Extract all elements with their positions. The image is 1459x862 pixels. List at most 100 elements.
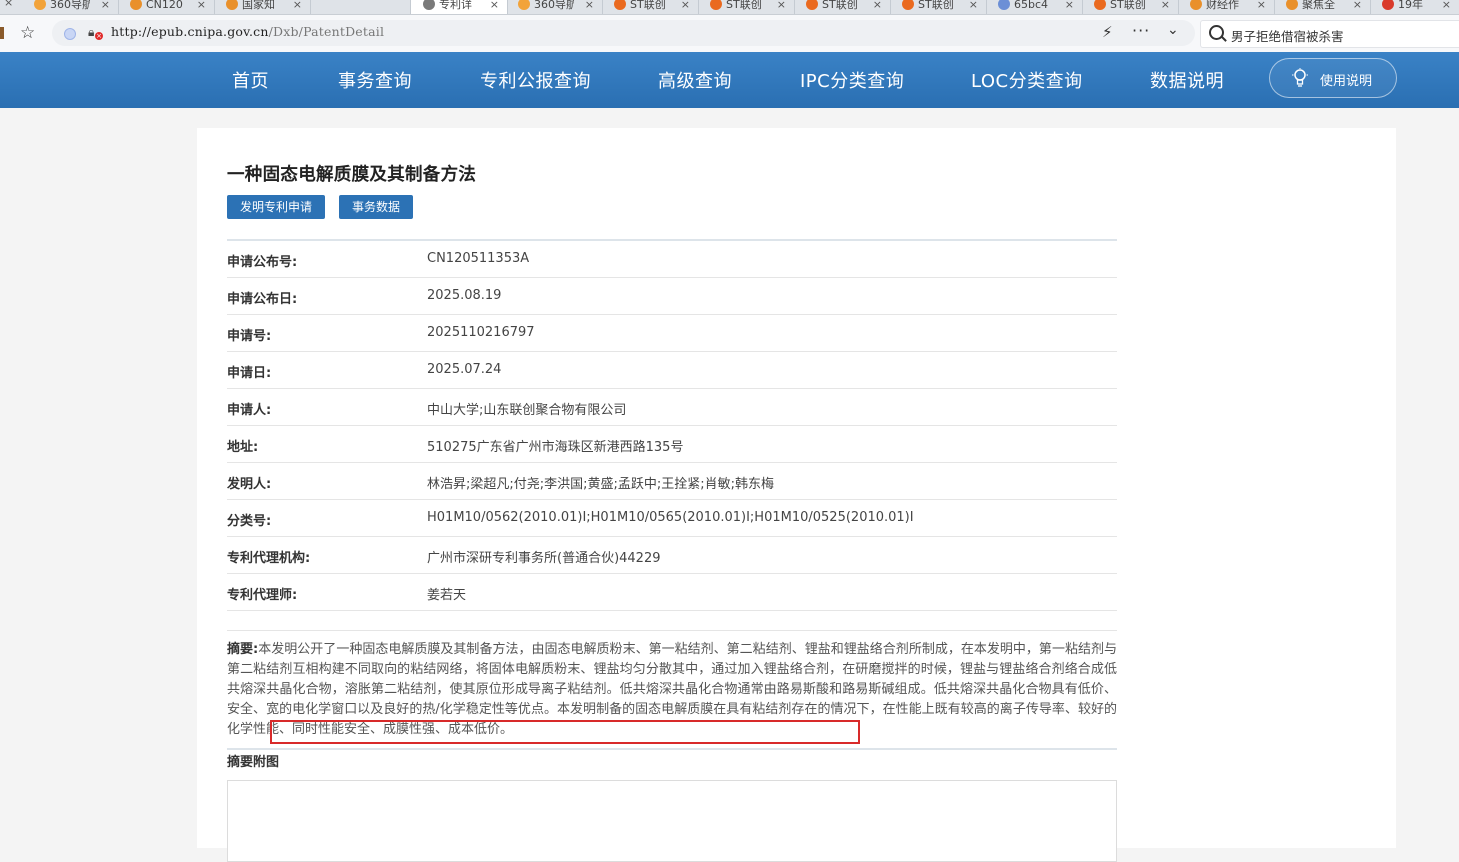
field-label: 分类号: xyxy=(227,514,272,529)
field-row-inventors: 发明人: 林浩昇;梁超凡;付尧;李洪国;黄盛;孟跃中;王拴紧;肖敏;韩东梅 xyxy=(227,463,1117,500)
search-input[interactable]: 男子拒绝借宿被杀害 xyxy=(1231,26,1344,45)
nav-affairs-query[interactable]: 事务查询 xyxy=(338,67,412,93)
url-text[interactable]: http://epub.cnipa.gov.cn/Dxb/PatentDetai… xyxy=(111,24,384,39)
field-row-application-date: 申请日: 2025.07.24 xyxy=(227,352,1117,389)
patent-title: 一种固态电解质膜及其制备方法 xyxy=(227,165,477,185)
field-row-publication-date: 申请公布日: 2025.08.19 xyxy=(227,278,1117,315)
field-value: H01M10/0562(2010.01)I;H01M10/0565(2010.0… xyxy=(427,510,914,525)
lightbulb-icon xyxy=(1292,68,1308,87)
tab-label: 65bc4 xyxy=(1014,0,1049,11)
tab-favicon-icon xyxy=(130,0,142,10)
tab-label: ST联创 xyxy=(918,0,954,11)
nav-data-notes[interactable]: 数据说明 xyxy=(1150,67,1224,93)
close-icon[interactable]: × xyxy=(101,0,110,11)
browser-tab[interactable]: ST联创 × xyxy=(602,0,699,14)
tab-label: ST联创 xyxy=(1110,0,1146,11)
abstract-label: 摘要: xyxy=(227,642,259,657)
close-icon[interactable]: × xyxy=(4,0,13,9)
url-host: http://epub.cnipa.gov.cn xyxy=(111,24,269,39)
close-icon[interactable]: × xyxy=(585,0,594,11)
url-field[interactable]: 🔒︎ × http://epub.cnipa.gov.cn/Dxb/Patent… xyxy=(52,20,1195,46)
browser-tab[interactable]: 360导航 × xyxy=(506,0,603,14)
speed-mode-icon[interactable]: ⚡︎ xyxy=(1102,23,1113,41)
close-icon[interactable]: × xyxy=(777,0,786,11)
sidebar-edge-icon[interactable] xyxy=(0,27,4,39)
tab-favicon-icon xyxy=(806,0,818,10)
field-label: 专利代理机构: xyxy=(227,551,311,566)
field-row-publication-number: 申请公布号: CN120511353A xyxy=(227,241,1117,278)
browser-tab[interactable]: 聚焦全 × xyxy=(1274,0,1371,14)
tab-label: ST联创 xyxy=(630,0,666,11)
close-icon[interactable]: × xyxy=(1161,0,1170,11)
tab-label: CN120 xyxy=(146,0,183,11)
site-info-icon[interactable] xyxy=(64,28,76,40)
tab-favicon-icon xyxy=(34,0,46,10)
close-icon[interactable]: × xyxy=(1065,0,1074,11)
browser-tab[interactable]: CN120 × xyxy=(118,0,215,14)
invention-application-button[interactable]: 发明专利申请 xyxy=(227,195,325,219)
address-bar: ☆ 🔒︎ × http://epub.cnipa.gov.cn/Dxb/Pate… xyxy=(0,15,1459,53)
browser-tab[interactable]: 专利详 × xyxy=(410,0,508,14)
field-value: 姜若天 xyxy=(427,588,467,603)
tab-favicon-icon xyxy=(902,0,914,10)
tab-favicon-icon xyxy=(226,0,238,10)
field-row-application-number: 申请号: 2025110216797 xyxy=(227,315,1117,352)
browser-tab[interactable]: 国家知 × xyxy=(214,0,311,14)
favorites-star-icon[interactable]: ☆ xyxy=(20,23,35,43)
insecure-lock-icon[interactable]: 🔒︎ xyxy=(88,25,94,40)
close-icon[interactable]: × xyxy=(293,0,302,11)
tab-favicon-icon xyxy=(614,0,626,10)
tab-label: 国家知 xyxy=(242,0,275,11)
browser-tab[interactable]: ST联创 × xyxy=(794,0,891,14)
tab-favicon-icon xyxy=(518,0,530,10)
browser-tab[interactable]: 财经作 × xyxy=(1178,0,1275,14)
tab-favicon-icon xyxy=(1382,0,1394,10)
browser-tab[interactable]: 65bc4 × xyxy=(986,0,1083,14)
abstract-figure-frame xyxy=(227,780,1117,862)
search-icon[interactable] xyxy=(1209,25,1224,40)
field-row-agency: 专利代理机构: 广州市深研专利事务所(普通合伙)44229 xyxy=(227,537,1117,574)
browser-tab[interactable]: ST联创 × xyxy=(890,0,987,14)
field-label: 申请号: xyxy=(227,329,272,344)
tab-favicon-icon xyxy=(998,0,1010,10)
nav-gazette-query[interactable]: 专利公报查询 xyxy=(480,67,591,93)
tab-label: ST联创 xyxy=(726,0,762,11)
nav-loc-query[interactable]: LOC分类查询 xyxy=(971,67,1083,93)
close-icon[interactable]: × xyxy=(197,0,206,11)
tab-label: 专利详 xyxy=(439,0,472,11)
browser-tab[interactable]: ST联创 × xyxy=(698,0,795,14)
tab-favicon-icon xyxy=(1286,0,1298,10)
tab-label: ST联创 xyxy=(822,0,858,11)
tab-label: 19年 xyxy=(1398,0,1423,11)
browser-tab[interactable]: ST联创 × xyxy=(1082,0,1179,14)
tab-favicon-icon xyxy=(1190,0,1202,10)
field-label: 专利代理师: xyxy=(227,588,298,603)
close-icon[interactable]: × xyxy=(1442,0,1451,11)
field-value: 2025110216797 xyxy=(427,325,535,340)
affairs-data-button[interactable]: 事务数据 xyxy=(339,195,413,219)
close-icon[interactable]: × xyxy=(969,0,978,11)
browser-tab[interactable]: 19年 × xyxy=(1370,0,1459,14)
close-icon[interactable]: × xyxy=(873,0,882,11)
browser-search-box[interactable]: 男子拒绝借宿被杀害 xyxy=(1200,20,1459,48)
field-label: 申请人: xyxy=(227,403,272,418)
chevron-down-icon[interactable]: ⌄ xyxy=(1167,22,1179,38)
field-value: 广州市深研专利事务所(普通合伙)44229 xyxy=(427,551,661,566)
nav-advanced-query[interactable]: 高级查询 xyxy=(658,67,732,93)
field-label: 地址: xyxy=(227,440,259,455)
field-label: 发明人: xyxy=(227,477,272,492)
close-icon[interactable]: × xyxy=(1257,0,1266,11)
divider xyxy=(227,748,1117,750)
close-icon[interactable]: × xyxy=(490,0,499,11)
close-icon[interactable]: × xyxy=(681,0,690,11)
close-icon[interactable]: × xyxy=(1353,0,1362,11)
more-icon[interactable]: ··· xyxy=(1132,21,1150,40)
nav-ipc-query[interactable]: IPC分类查询 xyxy=(800,67,904,93)
field-value: CN120511353A xyxy=(427,251,530,266)
help-button[interactable]: 使用说明 xyxy=(1269,58,1397,98)
field-label: 申请日: xyxy=(227,366,272,381)
insecure-badge-icon: × xyxy=(95,32,103,40)
field-value: 2025.08.19 xyxy=(427,288,502,303)
nav-home[interactable]: 首页 xyxy=(232,67,269,93)
browser-tab[interactable]: 360导航 × xyxy=(22,0,119,14)
